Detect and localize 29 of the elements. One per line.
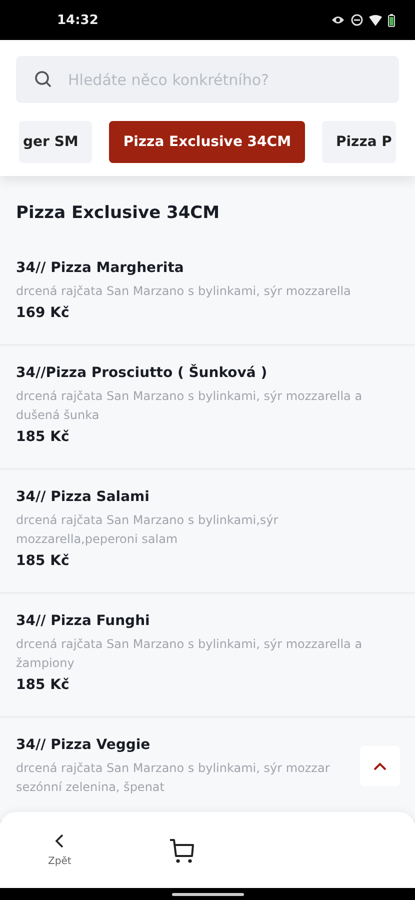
battery-icon — [388, 14, 395, 26]
item-price: 185 Kč — [16, 677, 70, 693]
back-button[interactable]: Zpět — [48, 834, 72, 866]
item-description: drcená rajčata San Marzano s bylinkami,sýr mozzarella,peperoni salam — [16, 512, 280, 548]
item-name[interactable]: 34// Pizza Veggie — [16, 737, 399, 753]
item-name[interactable]: 34// Pizza Margherita — [16, 260, 399, 276]
item-price: 185 Kč — [16, 429, 70, 445]
eye-icon — [331, 15, 345, 25]
search-field[interactable]: Hledáte něco konkrétního? — [16, 56, 399, 103]
wifi-icon — [369, 14, 382, 26]
item-description: drcená rajčata San Marzano s bylinkami, sýr mozzarella — [16, 283, 351, 300]
cart-icon[interactable] — [169, 837, 196, 863]
section-title: Pizza Exclusive 34CM — [15, 202, 221, 225]
item-name[interactable]: 34//Pizza Prosciutto ( Šunková ) — [16, 365, 399, 381]
home-indicator[interactable] — [172, 892, 244, 896]
status-time: 14:32 — [57, 12, 98, 28]
search-icon — [34, 70, 52, 88]
item-price: 185 Kč — [16, 553, 70, 569]
chevron-up-icon — [373, 762, 387, 770]
item-description: drcená rajčata San Marzano s bylinkami, sýr mozzarella a žampiony — [16, 636, 364, 672]
item-description: drcená rajčata San Marzano s bylinkami, sýr mozzarella a dušená šunka — [16, 388, 364, 424]
item-name[interactable]: 34// Pizza Salami — [16, 489, 399, 505]
item-description: drcená rajčata San Marzano s bylinkami, sýr mozzar sezónní zelenina, špenat — [16, 760, 330, 796]
category-tab[interactable]: ger SM — [19, 121, 92, 163]
do-not-disturb-icon — [351, 14, 363, 26]
chevron-left-icon — [55, 834, 64, 848]
item-name[interactable]: 34// Pizza Funghi — [16, 613, 399, 629]
item-price: 169 Kč — [16, 305, 70, 321]
category-tab[interactable]: Pizza P — [322, 121, 396, 163]
